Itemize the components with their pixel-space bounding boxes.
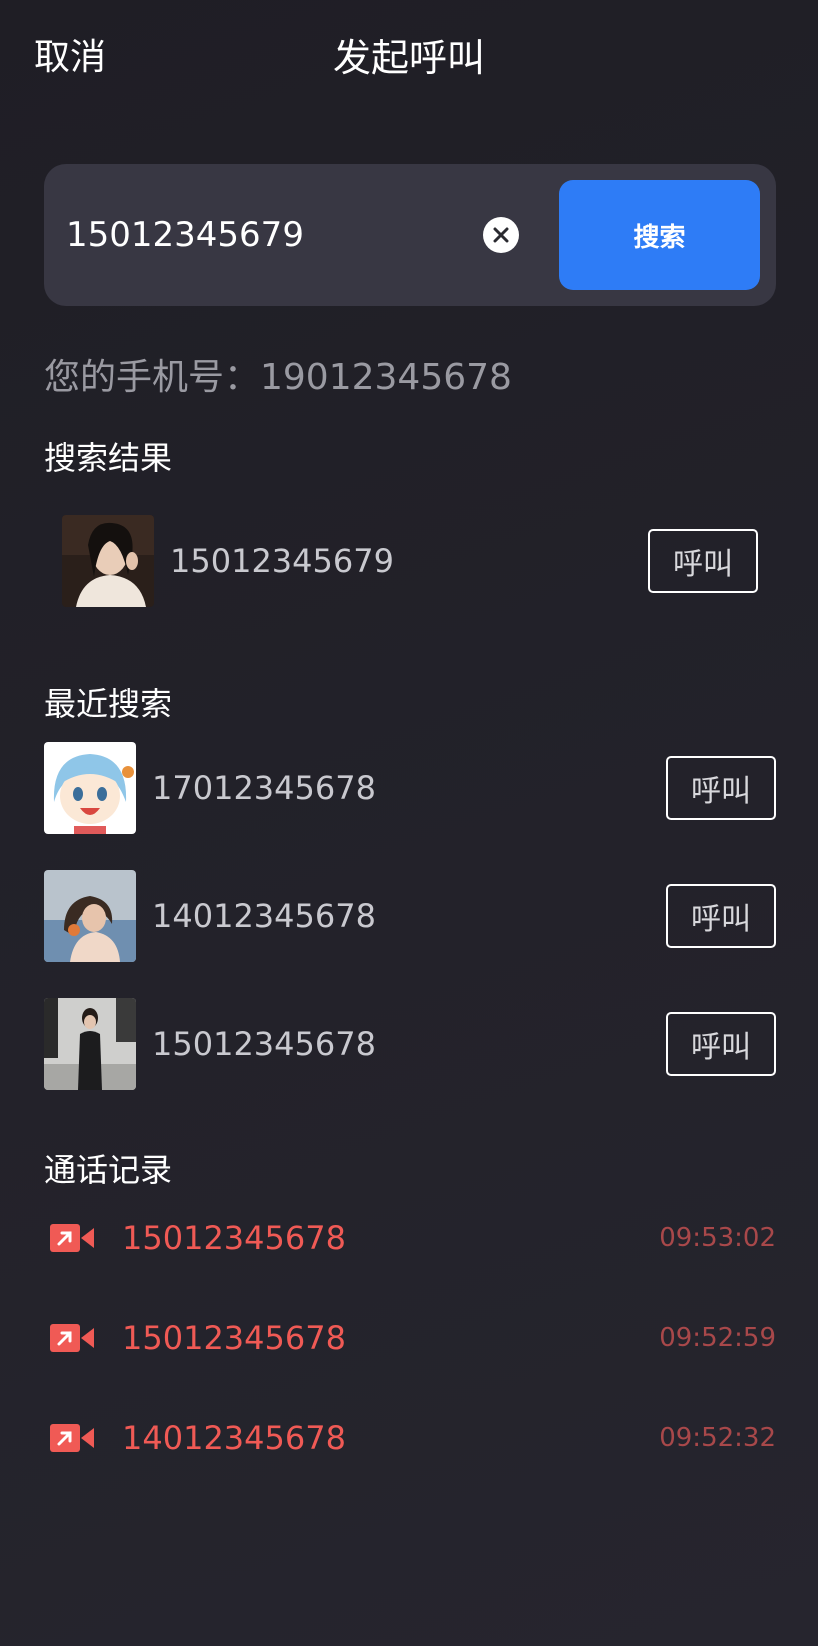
recent-searches-title: 最近搜索 [44,685,173,723]
call-log-time: 09:52:32 [659,1423,776,1453]
call-log-time: 09:53:02 [659,1223,776,1253]
call-log-time: 09:52:59 [659,1323,776,1353]
search-input[interactable] [66,204,456,266]
call-log-row[interactable]: 14012345678 09:52:32 [0,1416,818,1460]
recent-number: 17012345678 [152,769,376,807]
my-phone-number: 您的手机号：19012345678 [44,357,512,398]
close-icon [493,227,509,243]
call-button[interactable]: 呼叫 [666,756,776,820]
call-log-row[interactable]: 15012345678 09:52:59 [0,1316,818,1360]
call-button[interactable]: 呼叫 [666,1012,776,1076]
recent-search-row: 15012345678 呼叫 [0,998,818,1090]
video-call-icon [50,1324,94,1352]
search-result-row: 15012345679 呼叫 [0,514,818,608]
call-button[interactable]: 呼叫 [666,884,776,948]
result-number: 15012345679 [170,542,394,580]
avatar [62,515,154,607]
recent-search-row: 17012345678 呼叫 [0,742,818,834]
search-results-title: 搜索结果 [44,439,173,477]
recent-number: 15012345678 [152,1025,376,1063]
avatar [44,998,136,1090]
call-log-title: 通话记录 [44,1151,173,1189]
avatar [44,870,136,962]
call-log-number: 15012345678 [122,1319,346,1357]
page-title: 发起呼叫 [332,36,485,80]
call-log-number: 15012345678 [122,1219,346,1257]
search-panel: 搜索 [44,164,776,306]
call-log-row[interactable]: 15012345678 09:53:02 [0,1216,818,1260]
call-button[interactable]: 呼叫 [648,529,758,593]
video-call-icon [50,1224,94,1252]
call-log-number: 14012345678 [122,1419,346,1457]
video-call-icon [50,1424,94,1452]
clear-input-button[interactable] [483,217,519,253]
avatar [44,742,136,834]
recent-number: 14012345678 [152,897,376,935]
recent-search-row: 14012345678 呼叫 [0,870,818,962]
search-button[interactable]: 搜索 [559,180,760,290]
